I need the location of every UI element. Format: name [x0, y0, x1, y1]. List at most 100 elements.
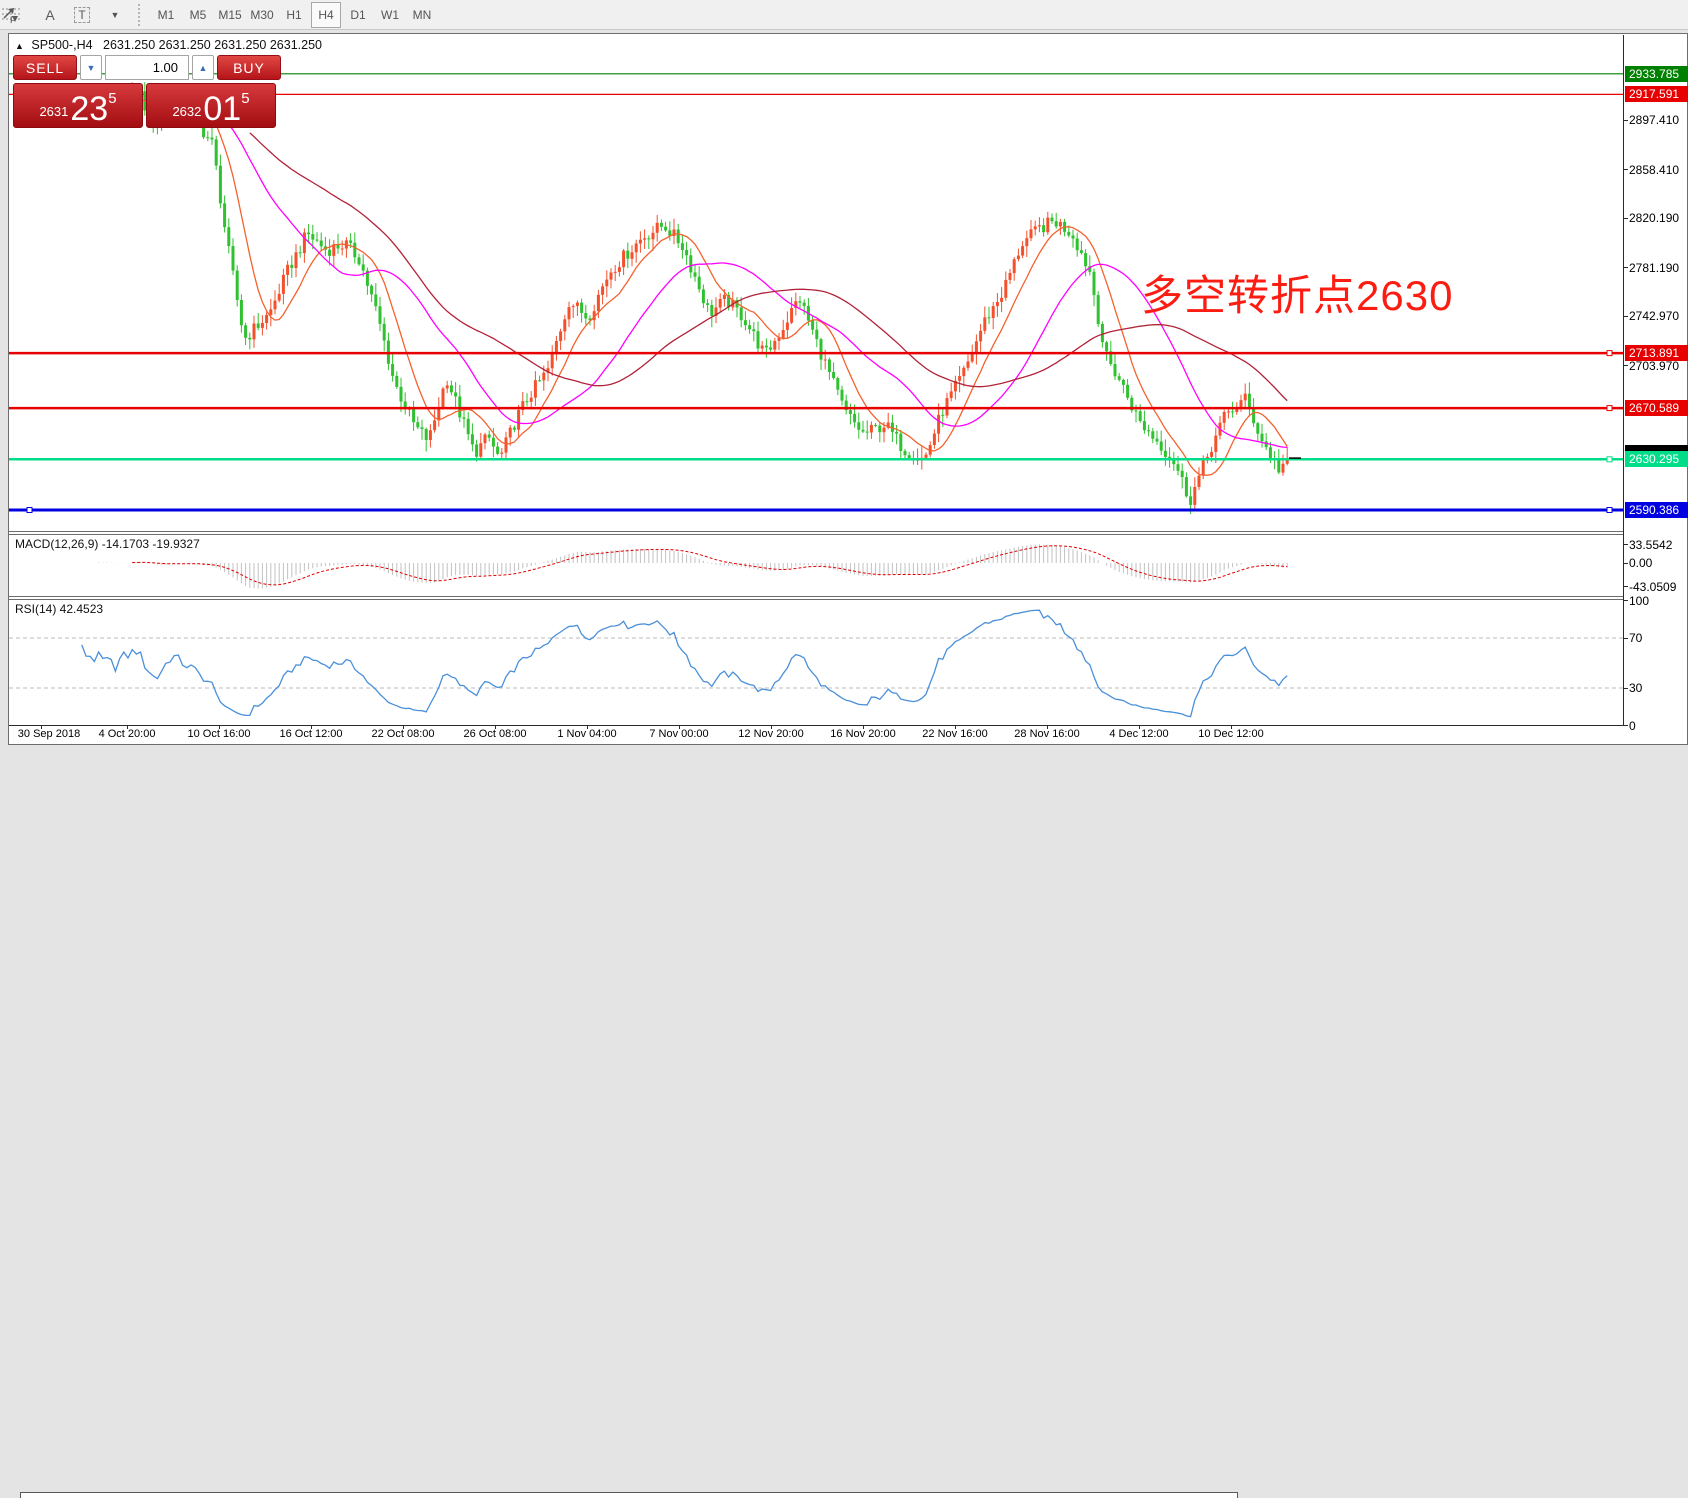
hline-handle[interactable] — [1606, 350, 1613, 357]
rsi-tick-label: 100 — [1629, 593, 1650, 608]
one-click-trading-panel: SELL ▼ ▲ BUY 2631 23 5 2632 01 5 — [13, 55, 281, 128]
macd-panel[interactable] — [9, 535, 1623, 596]
buy-button[interactable]: BUY — [217, 55, 281, 80]
time-tick-label: 10 Oct 16:00 — [187, 728, 251, 740]
time-tick-label: 4 Oct 20:00 — [98, 728, 156, 740]
hline-price-badge: 2933.785 — [1625, 65, 1688, 82]
volume-increase-button[interactable]: ▲ — [192, 55, 214, 80]
time-tick-label: 4 Dec 12:00 — [1109, 728, 1169, 740]
price-tick-label: 2742.970 — [1629, 309, 1680, 324]
buy-price-prefix: 2632 — [172, 104, 202, 119]
rsi-tick — [1623, 600, 1628, 601]
time-tick-label: 16 Nov 20:00 — [830, 728, 896, 740]
price-tick-label: 2897.410 — [1629, 113, 1680, 127]
macd-tick-label: 33.5542 — [1629, 537, 1673, 552]
rsi-tick — [1623, 687, 1628, 689]
rsi-tick-label: 70 — [1629, 631, 1643, 645]
rsi-tick — [1623, 725, 1628, 726]
hline-price-badge: 2630.295 — [1625, 451, 1688, 468]
price-tick — [1623, 315, 1628, 317]
price-tick — [1623, 217, 1628, 219]
buy-price-sup: 5 — [241, 90, 250, 107]
hline-price-badge: 2590.386 — [1625, 502, 1688, 518]
arrow-objects-icon[interactable]: ▼ — [3, 4, 128, 26]
rsi-tick-label: 30 — [1629, 681, 1643, 695]
timeframe-button-m1[interactable]: M1 — [151, 4, 181, 26]
volume-input[interactable] — [105, 55, 189, 80]
symbol-title: SP500-,H4 — [31, 38, 93, 52]
rsi-tick-label: 0 — [1629, 718, 1636, 733]
dropdown-caret-icon[interactable]: ▼ — [111, 10, 120, 20]
time-tick-label: 7 Nov 00:00 — [649, 728, 709, 740]
chart-text-annotation[interactable]: 多空转折点2630 — [1141, 262, 1453, 323]
timeframe-button-h1[interactable]: H1 — [279, 4, 309, 26]
arrows-glyph — [3, 7, 18, 22]
moving-average-fast — [60, 95, 1288, 476]
docked-window-edge — [20, 1492, 1238, 1498]
hline-handle[interactable] — [1606, 405, 1613, 412]
timeframe-button-mn[interactable]: MN — [407, 4, 437, 26]
bottom-strip — [0, 745, 1688, 1498]
macd-tick — [1623, 586, 1628, 588]
macd-tick — [1623, 562, 1628, 564]
time-tick-label: 22 Nov 16:00 — [922, 728, 988, 740]
timeframe-button-m15[interactable]: M15 — [215, 4, 245, 26]
timeframe-button-d1[interactable]: D1 — [343, 4, 373, 26]
sell-price-big: 23 — [70, 90, 109, 128]
timeframe-button-m30[interactable]: M30 — [247, 4, 277, 26]
chart-window: ▲ SP500-,H4 2631.250 2631.250 2631.250 2… — [8, 33, 1688, 745]
rsi-panel[interactable] — [9, 600, 1623, 725]
moving-average-medium — [144, 99, 1288, 448]
time-tick-label: 22 Oct 08:00 — [371, 728, 435, 740]
hline-handle[interactable] — [1606, 456, 1613, 463]
timeframe-button-m5[interactable]: M5 — [183, 4, 213, 26]
symbol-triangle-icon: ▲ — [15, 41, 24, 51]
top-toolbar: F A T ▼ M1 M5 M15 M30 H1 H4 D1 W1 MN — [0, 0, 1688, 30]
sell-price-sup: 5 — [108, 90, 117, 107]
buy-price-box[interactable]: 2632 01 5 — [146, 83, 276, 128]
hline-handle[interactable] — [1606, 507, 1613, 513]
text-label-icon[interactable]: A — [36, 4, 64, 26]
macd-tick — [1623, 544, 1628, 546]
price-tick — [1623, 365, 1628, 367]
text-label-glyph: A — [45, 6, 55, 23]
toolbar-separator — [138, 3, 144, 26]
timeframe-button-w1[interactable]: W1 — [375, 4, 405, 26]
rsi-tick — [1623, 637, 1628, 639]
rsi-line — [81, 609, 1288, 718]
price-tick-label: 2858.410 — [1629, 162, 1680, 177]
price-tick-label: 2820.190 — [1629, 211, 1680, 226]
hline-handle[interactable] — [26, 507, 33, 513]
macd-tick-label: 0.00 — [1629, 556, 1653, 570]
text-box-icon[interactable]: T — [68, 4, 96, 26]
hline-price-badge: 2917.591 — [1625, 86, 1688, 103]
price-axis-line — [1623, 35, 1624, 725]
hline-price-badge: 2713.891 — [1625, 345, 1688, 362]
text-box-glyph: T — [74, 6, 90, 23]
volume-decrease-button[interactable]: ▼ — [80, 55, 102, 80]
timeframe-bar: M1 M5 M15 M30 H1 H4 D1 W1 MN — [150, 1, 438, 28]
time-tick-label: 16 Oct 12:00 — [279, 728, 343, 740]
time-axis-line — [9, 725, 1623, 726]
sell-button[interactable]: SELL — [13, 55, 77, 80]
price-tick — [1623, 119, 1628, 121]
hline-price-badge: 2670.589 — [1625, 400, 1688, 417]
macd-label: MACD(12,26,9) -14.1703 -19.9327 — [15, 537, 200, 551]
time-tick-label: 1 Nov 04:00 — [557, 728, 617, 740]
price-tick — [1623, 169, 1628, 171]
time-tick-label: 10 Dec 12:00 — [1198, 728, 1264, 740]
macd-signal-line — [132, 545, 1288, 586]
rsi-label: RSI(14) 42.4523 — [15, 602, 104, 616]
timeframe-button-h4[interactable]: H4 — [311, 1, 341, 28]
price-tick-label: 2781.190 — [1629, 260, 1680, 275]
sell-price-prefix: 2631 — [39, 104, 69, 119]
sell-price-box[interactable]: 2631 23 5 — [13, 83, 143, 128]
buy-price-big: 01 — [203, 90, 242, 128]
time-tick-label: 12 Nov 20:00 — [738, 728, 804, 740]
chart-header: ▲ SP500-,H4 2631.250 2631.250 2631.250 2… — [15, 38, 322, 52]
price-tick — [1623, 267, 1628, 269]
time-tick-label: 26 Oct 08:00 — [463, 728, 527, 740]
time-tick-label: 30 Sep 2018 — [17, 728, 81, 740]
header-ohlc-values: 2631.250 2631.250 2631.250 2631.250 — [103, 38, 322, 52]
time-tick-label: 28 Nov 16:00 — [1014, 728, 1080, 740]
